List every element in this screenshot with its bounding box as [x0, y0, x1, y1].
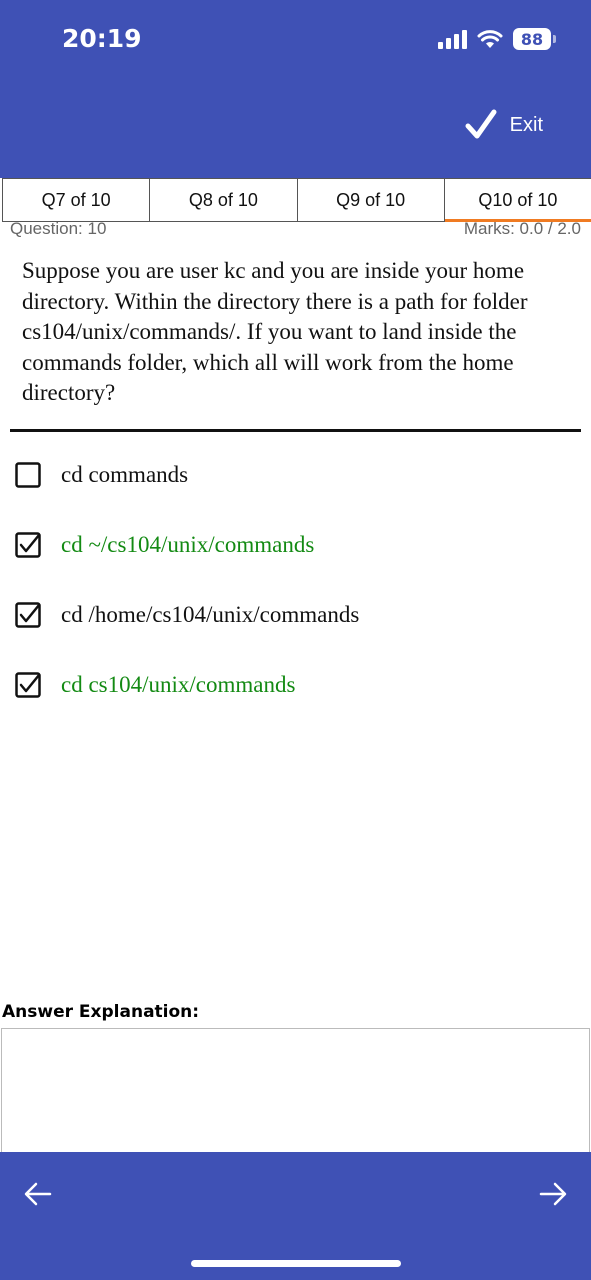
option-label: cd ~/cs104/unix/commands	[61, 532, 315, 557]
option-3[interactable]: cd /home/cs104/unix/commands	[15, 598, 359, 632]
question-meta: Question: 10 Marks: 0.0 / 2.0	[10, 219, 581, 241]
home-indicator	[191, 1260, 401, 1267]
app-header: 20:19 88 Exit	[0, 0, 591, 178]
checkbox-checked-icon[interactable]	[15, 672, 41, 698]
option-label: cd cs104/unix/commands	[61, 672, 296, 697]
checkmark-icon	[465, 109, 497, 139]
question-tabs: Q7 of 10 Q8 of 10 Q9 of 10 Q10 of 10	[2, 178, 591, 222]
explanation-box	[1, 1028, 590, 1158]
option-label: cd commands	[61, 462, 189, 487]
checkbox-unchecked-icon[interactable]	[15, 462, 41, 488]
arrow-left-icon[interactable]	[20, 1176, 56, 1212]
exit-label: Exit	[509, 113, 543, 136]
tab-q8[interactable]: Q8 of 10	[149, 179, 296, 221]
wifi-icon	[477, 30, 503, 48]
option-2[interactable]: cd ~/cs104/unix/commands	[15, 528, 314, 562]
checkbox-checked-icon[interactable]	[15, 602, 41, 628]
tab-q9[interactable]: Q9 of 10	[296, 179, 444, 221]
status-time: 20:19	[62, 24, 142, 53]
option-4[interactable]: cd cs104/unix/commands	[15, 668, 295, 702]
divider	[10, 429, 581, 432]
bottom-nav	[0, 1152, 591, 1280]
status-icons: 88	[438, 26, 556, 52]
option-1[interactable]: cd commands	[15, 458, 188, 492]
signal-icon	[438, 29, 467, 49]
question-number: Question: 10	[10, 219, 107, 238]
tab-q10[interactable]: Q10 of 10	[443, 179, 591, 222]
checkbox-checked-icon[interactable]	[15, 532, 41, 558]
arrow-right-icon[interactable]	[535, 1176, 571, 1212]
question-text: Suppose you are user kc and you are insi…	[22, 258, 528, 405]
explanation-label: Answer Explanation:	[2, 1002, 200, 1022]
exit-button[interactable]: Exit	[464, 108, 543, 142]
marks-label: Marks: 0.0 / 2.0	[463, 219, 581, 238]
option-label: cd /home/cs104/unix/commands	[61, 602, 360, 627]
battery-icon: 88	[513, 28, 556, 50]
tab-q7[interactable]: Q7 of 10	[2, 179, 149, 221]
